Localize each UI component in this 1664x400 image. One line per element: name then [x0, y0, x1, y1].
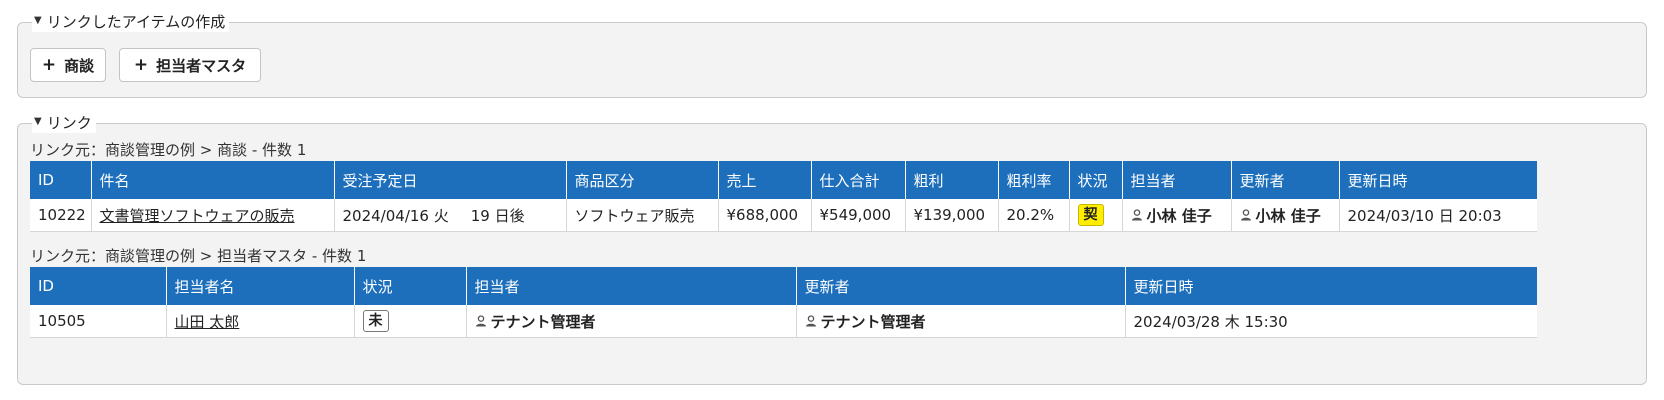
- tantosha-table: ID 担当者名 状況 担当者 更新者 更新日時 10505 山田 太郎 未 テナ…: [30, 267, 1537, 338]
- table-header-row: ID 件名 受注予定日 商品区分 売上 仕入合計 粗利 粗利率 状況 担当者 更…: [30, 161, 1537, 199]
- column-header-updater[interactable]: 更新者: [796, 267, 1126, 305]
- column-header-owner[interactable]: 担当者: [1122, 161, 1232, 199]
- user-icon: [475, 315, 486, 327]
- create-linked-items-title: リンクしたアイテムの作成: [46, 13, 226, 31]
- updater-name: テナント管理者: [820, 312, 926, 331]
- cell-subject: 文書管理ソフトウェアの販売: [91, 199, 335, 232]
- status-badge: 契: [1077, 204, 1104, 226]
- links-title: リンク: [46, 114, 92, 132]
- cell-due-date: 2024/04/16 火 19 日後: [334, 199, 567, 232]
- create-linked-items-panel: ▼ リンクしたアイテムの作成 + 商談 + 担当者マスタ: [17, 12, 1647, 98]
- cell-updated-at: 2024/03/28 木 15:30: [1125, 305, 1537, 338]
- column-header-id[interactable]: ID: [30, 267, 167, 305]
- cell-status: 未: [354, 305, 467, 338]
- due-date: 2024/04/16 火: [342, 206, 449, 225]
- add-shodan-button[interactable]: + 商談: [30, 48, 106, 82]
- add-tantosha-master-label: 担当者マスタ: [156, 56, 247, 75]
- cell-category: ソフトウェア販売: [566, 199, 719, 232]
- cell-status: 契: [1069, 199, 1123, 232]
- user-icon: [1240, 209, 1251, 221]
- table-caption-shodan: リンク元：商談管理の例 > 商談 - 件数 1: [30, 141, 307, 159]
- column-header-category[interactable]: 商品区分: [566, 161, 719, 199]
- create-linked-items-toggle[interactable]: ▼ リンクしたアイテムの作成: [32, 12, 230, 32]
- cell-owner: テナント管理者: [466, 305, 797, 338]
- column-header-status[interactable]: 状況: [354, 267, 467, 305]
- caret-down-icon: ▼: [34, 15, 42, 26]
- column-header-name[interactable]: 担当者名: [166, 267, 355, 305]
- owner-name: 小林 佳子: [1146, 206, 1212, 225]
- updater-name: 小林 佳子: [1255, 206, 1321, 225]
- cell-id: 10222: [30, 199, 92, 232]
- column-header-status[interactable]: 状況: [1069, 161, 1123, 199]
- cell-gross-profit: ¥139,000: [905, 199, 999, 232]
- caret-down-icon: ▼: [34, 116, 42, 127]
- cell-purchase-total: ¥549,000: [811, 199, 906, 232]
- status-badge: 未: [362, 310, 389, 332]
- table-caption-tantosha: リンク元：商談管理の例 > 担当者マスタ - 件数 1: [30, 247, 367, 265]
- links-panel: ▼ リンク リンク元：商談管理の例 > 商談 - 件数 1 ID 件名 受注予定…: [17, 113, 1647, 385]
- cell-owner: 小林 佳子: [1122, 199, 1232, 232]
- cell-sales: ¥688,000: [718, 199, 812, 232]
- cell-updater: テナント管理者: [796, 305, 1126, 338]
- add-shodan-label: 商談: [64, 56, 95, 75]
- add-tantosha-master-button[interactable]: + 担当者マスタ: [119, 48, 261, 82]
- cell-margin: 20.2%: [998, 199, 1070, 232]
- owner-name: テナント管理者: [490, 312, 596, 331]
- due-days: 19 日後: [470, 206, 525, 225]
- cell-updater: 小林 佳子: [1231, 199, 1340, 232]
- column-header-due-date[interactable]: 受注予定日: [334, 161, 567, 199]
- column-header-subject[interactable]: 件名: [91, 161, 335, 199]
- column-header-sales[interactable]: 売上: [718, 161, 812, 199]
- table-row[interactable]: 10505 山田 太郎 未 テナント管理者 テナント管理者 2024/03/28…: [30, 305, 1537, 338]
- cell-name: 山田 太郎: [166, 305, 355, 338]
- user-icon: [805, 315, 816, 327]
- column-header-purchase-total[interactable]: 仕入合計: [811, 161, 906, 199]
- shodan-table: ID 件名 受注予定日 商品区分 売上 仕入合計 粗利 粗利率 状況 担当者 更…: [30, 161, 1537, 232]
- plus-icon: +: [133, 55, 149, 75]
- column-header-margin[interactable]: 粗利率: [998, 161, 1070, 199]
- name-link[interactable]: 山田 太郎: [175, 313, 240, 331]
- column-header-updated-at[interactable]: 更新日時: [1339, 161, 1537, 199]
- plus-icon: +: [41, 55, 57, 75]
- column-header-updater[interactable]: 更新者: [1231, 161, 1340, 199]
- subject-link[interactable]: 文書管理ソフトウェアの販売: [100, 207, 295, 225]
- column-header-owner[interactable]: 担当者: [466, 267, 797, 305]
- column-header-id[interactable]: ID: [30, 161, 92, 199]
- column-header-gross-profit[interactable]: 粗利: [905, 161, 999, 199]
- links-toggle[interactable]: ▼ リンク: [32, 113, 96, 133]
- cell-updated-at: 2024/03/10 日 20:03: [1339, 199, 1537, 232]
- user-icon: [1131, 209, 1142, 221]
- table-row[interactable]: 10222 文書管理ソフトウェアの販売 2024/04/16 火 19 日後 ソフ…: [30, 199, 1537, 232]
- column-header-updated-at[interactable]: 更新日時: [1125, 267, 1537, 305]
- cell-id: 10505: [30, 305, 167, 338]
- table-header-row: ID 担当者名 状況 担当者 更新者 更新日時: [30, 267, 1537, 305]
